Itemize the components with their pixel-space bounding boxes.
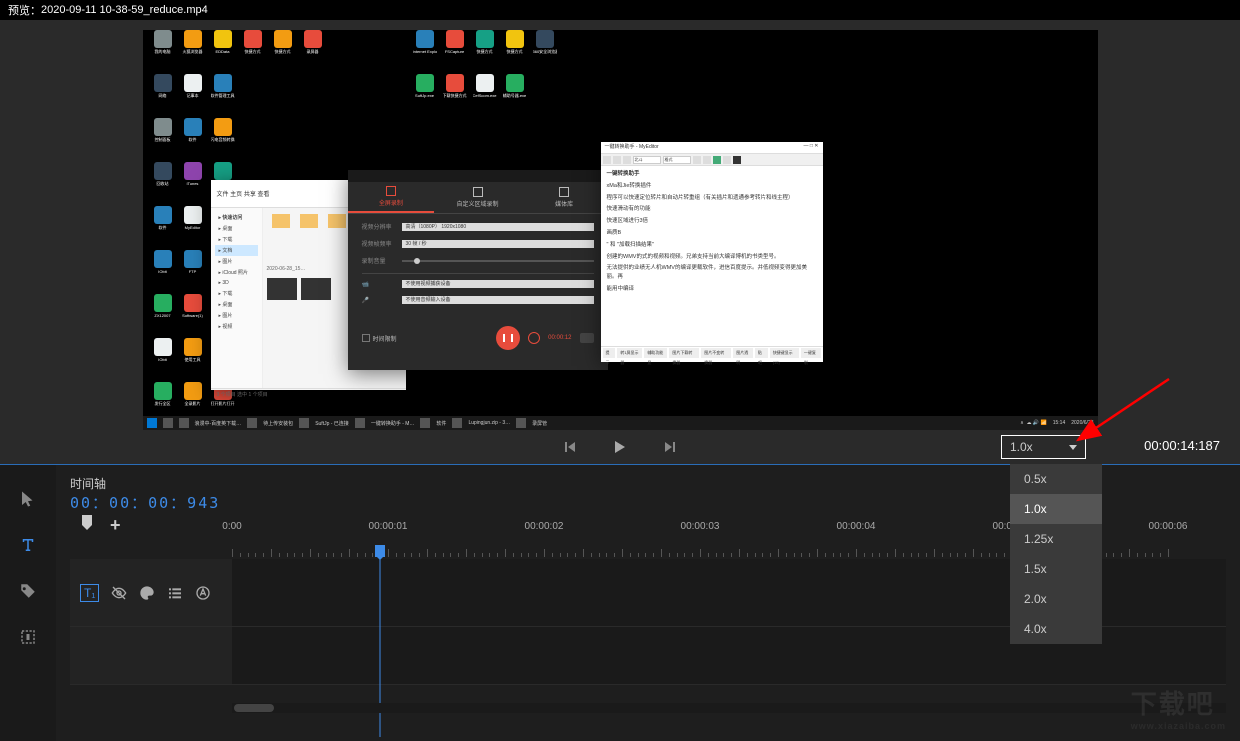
desktop-icons-center: Internet ExplorerFSCapture快捷方式快捷方式360安全浏…: [413, 30, 557, 106]
speed-value: 1.0x: [1010, 440, 1033, 454]
ruler-label: 00:00:06: [1149, 521, 1188, 532]
playhead[interactable]: [375, 545, 385, 557]
preview-filename: 2020-09-11 10-38-59_reduce.mp4: [41, 4, 208, 16]
prev-frame-button[interactable]: [565, 442, 575, 452]
recorder-window: 全屏录制 自定义区域录制 媒体库 视频分辨率高清（1080P） 1920x108…: [348, 170, 608, 370]
speed-option[interactable]: 0.5x: [1010, 464, 1102, 494]
ruler-label: 00:00:03: [681, 521, 720, 532]
crop-tool[interactable]: [14, 623, 42, 651]
chevron-down-icon: [1069, 445, 1077, 450]
speed-option[interactable]: 2.0x: [1010, 584, 1102, 614]
timeline-current-time: 00：00：00：943: [70, 492, 220, 513]
ruler-label: 00:00:04: [837, 521, 876, 532]
watermark: 下载吧www.xiazaiba.com: [1131, 684, 1226, 731]
desktop-mock: 我的电脑火狐浏览器EDData快捷方式快捷方式录屏器 网络记事本软件管理工具 控…: [143, 30, 1098, 430]
notepad-window: 一键转换助手 - MyEditor— □ ✕ 北斗格式 一键转换助手xMa和Ji…: [601, 142, 823, 362]
ruler-label: 00:00:01: [369, 521, 408, 532]
track-type-label: T₁: [80, 584, 99, 602]
tag-tool[interactable]: [14, 577, 42, 605]
marker-icon[interactable]: [80, 515, 94, 536]
speed-option[interactable]: 4.0x: [1010, 614, 1102, 644]
speed-option[interactable]: 1.0x: [1010, 494, 1102, 524]
taskbar-mock: 浪漫中-百度英下载… 待上传安装包 SuftJp - 已连接 一键转换助手 - …: [143, 416, 1098, 430]
ruler-label: 00:00:02: [525, 521, 564, 532]
pointer-tool[interactable]: [14, 485, 42, 513]
ruler-label: 0:00: [222, 521, 241, 532]
visibility-icon[interactable]: [111, 585, 127, 601]
circle-a-icon[interactable]: [195, 585, 211, 601]
speed-option[interactable]: 1.5x: [1010, 554, 1102, 584]
add-marker-button[interactable]: +: [110, 515, 121, 536]
next-frame-button[interactable]: [665, 442, 675, 452]
speed-dropdown-menu[interactable]: 0.5x1.0x1.25x1.5x2.0x4.0x: [1010, 464, 1102, 644]
preview-header: 预览： 2020-09-11 10-38-59_reduce.mp4: [0, 0, 1240, 20]
preview-area: 我的电脑火狐浏览器EDData快捷方式快捷方式录屏器 网络记事本软件管理工具 控…: [0, 20, 1240, 464]
preview-label: 预览：: [8, 2, 41, 18]
playback-controls: 1.0x 00:00:14:187: [0, 430, 1240, 464]
timeline-title: 时间轴: [70, 475, 220, 492]
palette-icon[interactable]: [139, 585, 155, 601]
play-button[interactable]: [615, 441, 625, 453]
tool-strip: [0, 465, 56, 741]
speed-option[interactable]: 1.25x: [1010, 524, 1102, 554]
scrollbar-thumb[interactable]: [234, 704, 274, 712]
timeline-scrollbar[interactable]: [232, 703, 1226, 713]
text-tool[interactable]: [14, 531, 42, 559]
playback-speed-selector[interactable]: 1.0x: [1001, 435, 1086, 459]
list-icon[interactable]: [167, 585, 183, 601]
playback-timecode: 00:00:14:187: [1144, 438, 1220, 453]
preview-canvas: 我的电脑火狐浏览器EDData快捷方式快捷方式录屏器 网络记事本软件管理工具 控…: [143, 30, 1098, 430]
